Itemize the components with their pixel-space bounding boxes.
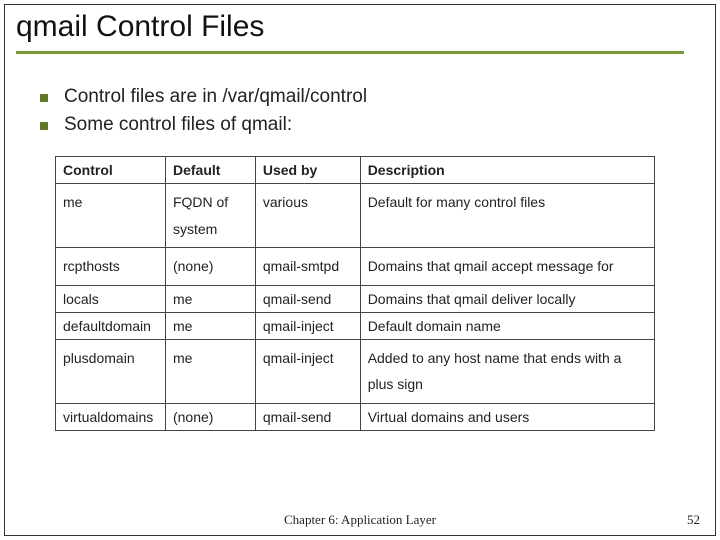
footer-chapter: Chapter 6: Application Layer	[284, 512, 436, 528]
footer-page-number: 52	[687, 512, 700, 528]
slide-border	[4, 4, 716, 536]
